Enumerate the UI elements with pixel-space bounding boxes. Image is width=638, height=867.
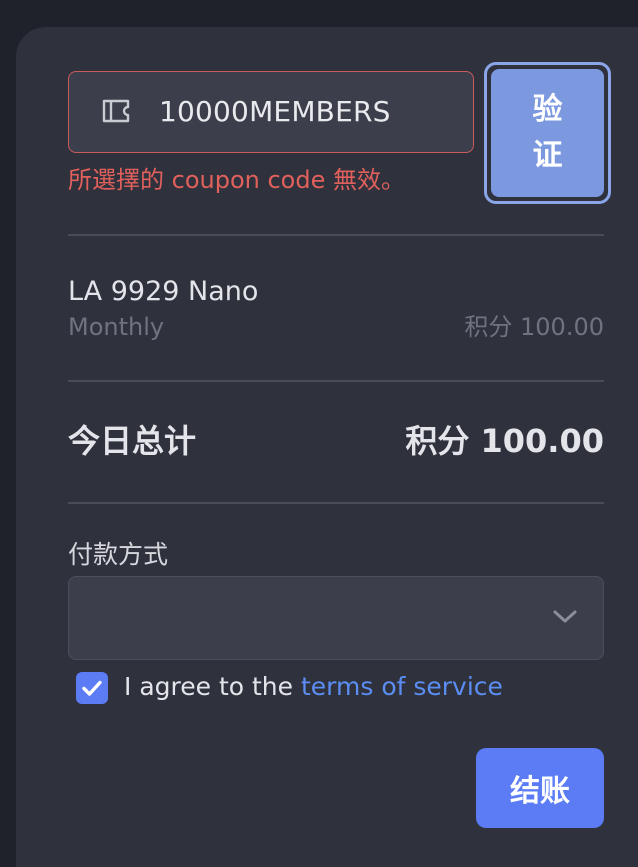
coupon-error-message: 所選擇的 coupon code 無效。 [68,166,405,194]
terms-agreement-prefix: I agree to the [124,672,301,701]
plan-name: LA 9929 Nano [68,276,259,307]
plan-price: 积分 100.00 [464,313,604,341]
payment-method-select[interactable] [68,576,604,660]
checkmark-icon [82,680,102,696]
terms-checkbox[interactable] [76,672,108,704]
terms-agreement-text: I agree to the terms of service [124,670,503,704]
verify-button-label: 验证 [491,69,604,197]
ticket-icon [102,99,130,123]
divider [68,380,604,382]
terms-of-service-link[interactable]: terms of service [301,672,503,701]
coupon-code-input[interactable]: 10000MEMBERS [68,71,474,153]
payment-method-label: 付款方式 [68,540,169,569]
total-today-label: 今日总计 [68,422,197,460]
coupon-code-value: 10000MEMBERS [159,95,391,128]
verify-coupon-button[interactable]: 验证 [484,62,611,204]
billing-period: Monthly [68,313,165,341]
divider [68,234,604,236]
total-today-value: 积分 100.00 [405,422,604,460]
divider [68,502,604,504]
checkout-button[interactable]: 结账 [476,748,604,828]
chevron-down-icon [553,610,577,623]
